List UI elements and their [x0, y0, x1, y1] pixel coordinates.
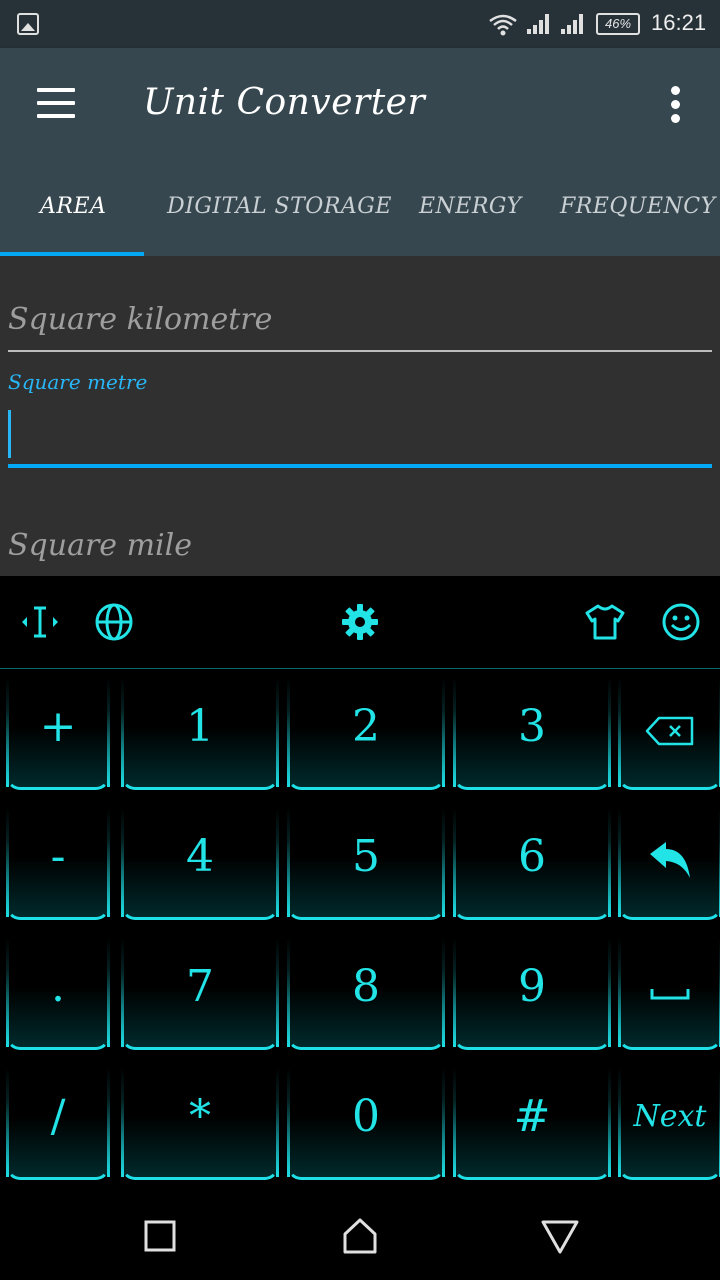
- key-hash[interactable]: #: [453, 1068, 611, 1180]
- home-icon[interactable]: [340, 1216, 380, 1256]
- key-3[interactable]: 3: [453, 678, 611, 790]
- key-asterisk[interactable]: *: [121, 1068, 279, 1180]
- gallery-icon: [17, 13, 39, 35]
- text-cursor: [8, 410, 11, 458]
- tab-bar: AREA DIGITAL STORAGE ENERGY FREQUENCY: [0, 160, 720, 256]
- square-kilometre-field[interactable]: Square kilometre: [8, 302, 272, 337]
- theme-shirt-icon[interactable]: [585, 602, 625, 642]
- key-1[interactable]: 1: [121, 678, 279, 790]
- tab-energy[interactable]: ENERGY: [419, 194, 522, 219]
- signal-icon: [561, 14, 585, 34]
- cursor-move-icon[interactable]: [20, 602, 60, 642]
- key-6[interactable]: 6: [453, 808, 611, 920]
- enter-key[interactable]: [618, 808, 720, 920]
- app-title: Unit Converter: [143, 82, 426, 123]
- next-key[interactable]: Next: [618, 1068, 720, 1180]
- signal-icon: [527, 14, 551, 34]
- key-5[interactable]: 5: [287, 808, 445, 920]
- enter-icon: [650, 842, 690, 878]
- key-7[interactable]: 7: [121, 938, 279, 1050]
- tab-frequency[interactable]: FREQUENCY: [560, 194, 716, 219]
- menu-icon[interactable]: [37, 88, 75, 118]
- converter-form: Square kilometre Square metre Square mil…: [0, 256, 720, 576]
- square-metre-field[interactable]: [8, 406, 712, 468]
- settings-gear-icon[interactable]: [340, 602, 380, 642]
- recents-square-icon[interactable]: [140, 1216, 180, 1256]
- key-dot[interactable]: .: [6, 938, 110, 1050]
- battery-icon: 46%: [596, 13, 640, 35]
- key-2[interactable]: 2: [287, 678, 445, 790]
- status-bar: 46% 16:21: [0, 0, 720, 48]
- space-icon: [650, 989, 690, 1000]
- more-vert-icon[interactable]: [664, 86, 688, 123]
- key-slash[interactable]: /: [6, 1068, 110, 1180]
- key-0[interactable]: 0: [287, 1068, 445, 1180]
- key-9[interactable]: 9: [453, 938, 611, 1050]
- backspace-key[interactable]: [618, 678, 720, 790]
- field-underline-focused: [8, 464, 712, 468]
- system-nav-bar: [0, 1186, 720, 1280]
- wifi-icon: [489, 14, 517, 36]
- key-plus[interactable]: +: [6, 678, 110, 790]
- keyboard-toolbar: [0, 576, 720, 669]
- square-mile-field[interactable]: Square mile: [8, 528, 192, 563]
- emoji-smile-icon[interactable]: [661, 602, 701, 642]
- tab-area[interactable]: AREA: [40, 194, 106, 219]
- tab-digital-storage[interactable]: DIGITAL STORAGE: [167, 194, 392, 219]
- space-key[interactable]: [618, 938, 720, 1050]
- globe-icon[interactable]: [94, 602, 134, 642]
- clock: 16:21: [651, 10, 707, 35]
- field-underline: [8, 350, 712, 352]
- app-bar: Unit Converter AREA DIGITAL STORAGE ENER…: [0, 48, 720, 256]
- key-4[interactable]: 4: [121, 808, 279, 920]
- key-8[interactable]: 8: [287, 938, 445, 1050]
- battery-level: 46%: [604, 16, 632, 31]
- square-metre-label: Square metre: [8, 370, 148, 394]
- backspace-icon: [645, 716, 694, 746]
- back-triangle-icon[interactable]: [540, 1216, 580, 1256]
- key-minus[interactable]: -: [6, 808, 110, 920]
- numeric-keyboard: + 1 2 3 - 4 5 6 . 7 8 9 / * 0 # Next: [0, 576, 720, 1186]
